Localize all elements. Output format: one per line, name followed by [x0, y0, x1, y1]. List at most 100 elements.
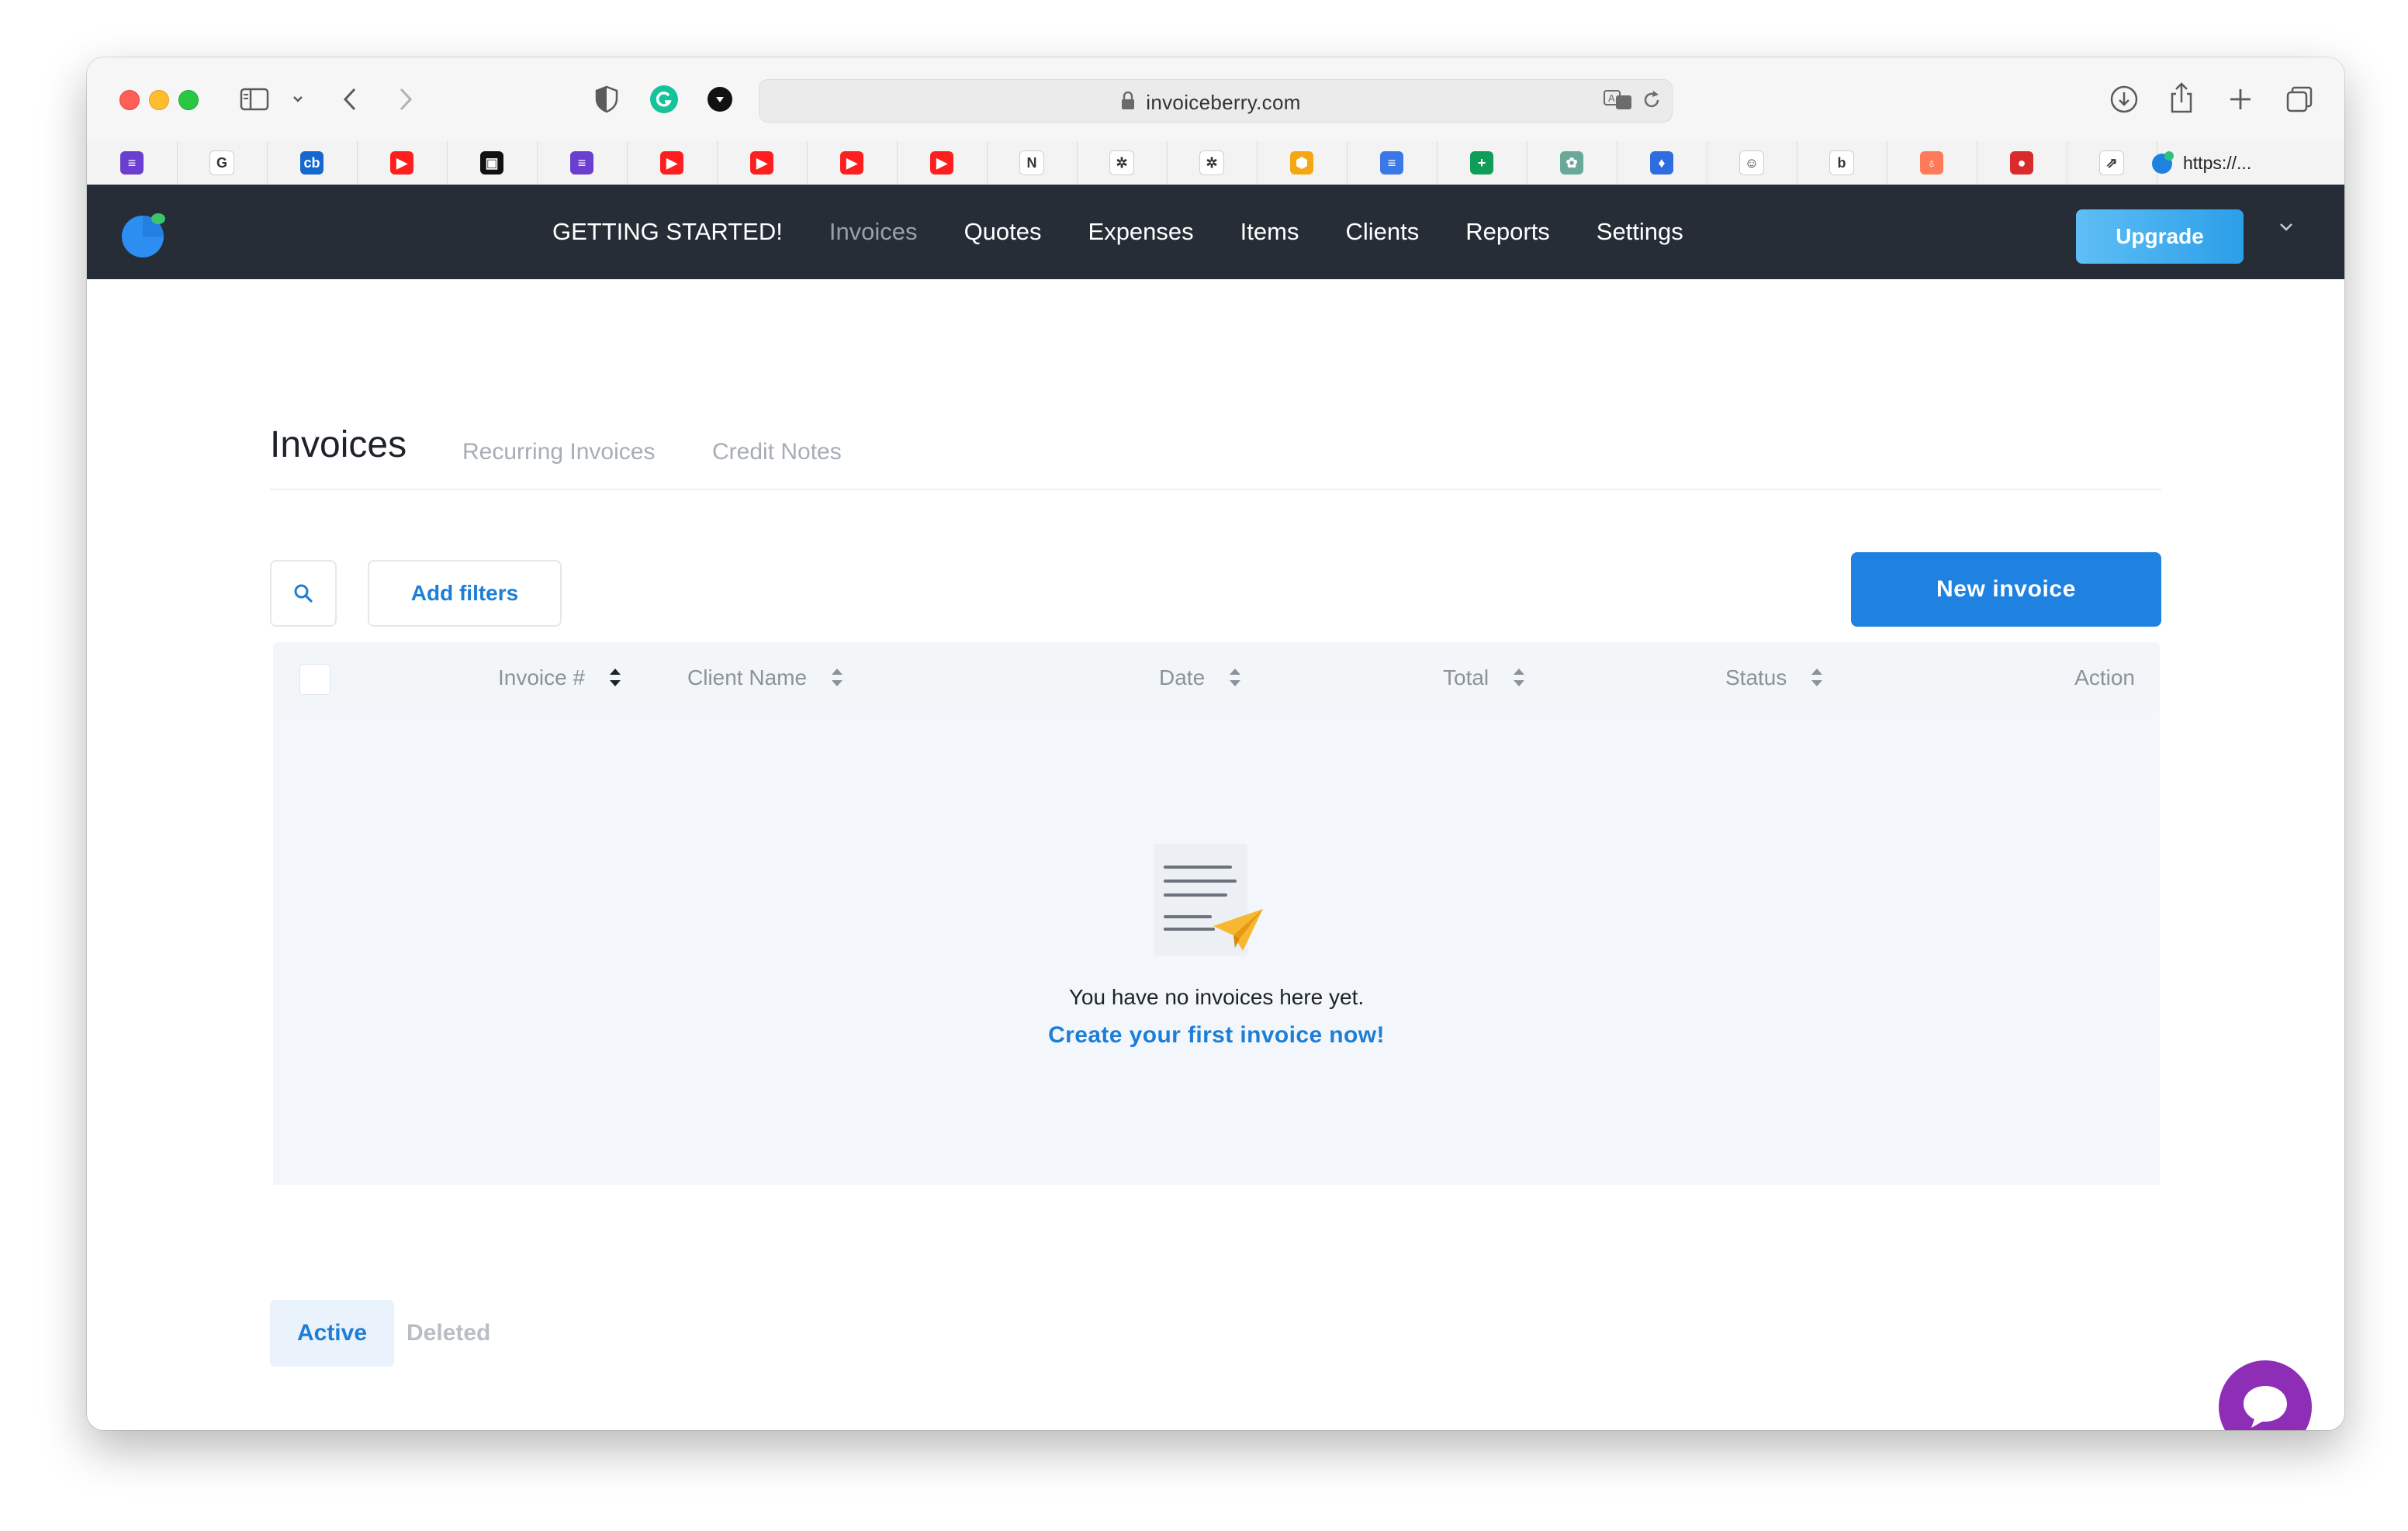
- bookmark-item[interactable]: ♁: [1887, 141, 1977, 185]
- shield-icon: ♦: [1650, 151, 1673, 175]
- bookmark-item[interactable]: ⬢: [1257, 141, 1348, 185]
- bookmark-item[interactable]: ●: [1977, 141, 2067, 185]
- bookmark-item[interactable]: G: [177, 141, 268, 185]
- add-filters-button[interactable]: Add filters: [368, 560, 562, 627]
- reload-icon[interactable]: [1641, 89, 1664, 112]
- nav-item-invoices[interactable]: Invoices: [829, 218, 918, 246]
- tableau-icon: ✲: [1109, 150, 1134, 175]
- translate-icon[interactable]: A: [1604, 89, 1635, 112]
- column-client-name[interactable]: Client Name: [687, 665, 843, 690]
- invoiceberry-logo-icon[interactable]: [119, 209, 169, 259]
- filter-active-tab[interactable]: Active: [270, 1300, 394, 1367]
- bookmark-item[interactable]: ≡: [87, 141, 178, 185]
- bookmark-item[interactable]: ✿: [1527, 141, 1617, 185]
- share-icon[interactable]: [2166, 81, 2197, 115]
- new-invoice-button[interactable]: New invoice: [1851, 552, 2161, 627]
- bookmark-item[interactable]: N: [987, 141, 1078, 185]
- close-window-button[interactable]: [119, 90, 140, 110]
- page-title: Invoices: [270, 424, 407, 465]
- column-client-name-label: Client Name: [687, 665, 808, 689]
- sheets-icon: +: [1470, 151, 1493, 175]
- tab-overview-icon[interactable]: [2284, 84, 2315, 115]
- invoice-table-header: Invoice # Client Name Date Total Status …: [273, 642, 2160, 715]
- nav-item-quotes[interactable]: Quotes: [964, 218, 1042, 246]
- bookmark-item[interactable]: +: [1437, 141, 1527, 185]
- extension-icon[interactable]: [706, 85, 734, 113]
- bookmark-item[interactable]: ▶: [357, 141, 448, 185]
- sort-icon[interactable]: [1514, 666, 1525, 689]
- docs-icon: ≡: [1380, 151, 1403, 175]
- bookmark-item[interactable]: ⇗: [2067, 141, 2157, 185]
- create-first-invoice-link[interactable]: Create your first invoice now!: [273, 1022, 2160, 1049]
- tableau-icon: ✲: [1199, 150, 1224, 175]
- create-first-invoice-label[interactable]: Create your first invoice now!: [1048, 1022, 1385, 1048]
- column-date-label: Date: [1159, 665, 1206, 689]
- minimize-window-button[interactable]: [149, 90, 169, 110]
- download-icon[interactable]: [2109, 84, 2140, 115]
- jira-icon: ⇗: [2099, 150, 2124, 175]
- bookmark-item[interactable]: cb: [267, 141, 358, 185]
- app-navbar: GETTING STARTED! Invoices Quotes Expenses It…: [87, 185, 2344, 279]
- new-tab-plus-icon[interactable]: [2225, 84, 2256, 115]
- bookmark-item[interactable]: ▶: [807, 141, 898, 185]
- hubspot-icon: ♁: [1920, 151, 1943, 175]
- bookmark-item[interactable]: ▶: [627, 141, 718, 185]
- column-status[interactable]: Status: [1725, 665, 1823, 690]
- bookmark-item[interactable]: b: [1797, 141, 1887, 185]
- sort-icon[interactable]: [1230, 666, 1241, 689]
- bookmark-item[interactable]: ▶: [717, 141, 808, 185]
- bookmark-item[interactable]: ♦: [1617, 141, 1707, 185]
- bookmark-item[interactable]: ▶: [897, 141, 988, 185]
- bookmark-item[interactable]: ☺: [1707, 141, 1797, 185]
- bookmark-item[interactable]: ✲: [1077, 141, 1168, 185]
- address-bar[interactable]: invoiceberry.com A: [759, 79, 1673, 123]
- column-date[interactable]: Date: [1159, 665, 1241, 690]
- tab-credit-notes[interactable]: Credit Notes: [712, 439, 842, 465]
- chevron-down-icon[interactable]: [290, 90, 306, 109]
- bookmark-item[interactable]: ≡: [537, 141, 628, 185]
- tab-recurring-invoices[interactable]: Recurring Invoices: [462, 439, 655, 465]
- bookmarks-bar: ⇗ ● ♁ b ☺ ♦ ✿ + ≡ ⬢ ✲ ✲ N ▶ ▶ ▶ ▶ ≡ ▣ ▶ cb G ≡ https://...: [87, 141, 2344, 185]
- chat-widget-button[interactable]: [2219, 1360, 2312, 1430]
- forward-arrow-icon[interactable]: [391, 85, 419, 113]
- hexagon-icon: ⬢: [1290, 151, 1313, 175]
- privacy-shield-icon[interactable]: [593, 84, 621, 115]
- nav-item-getting-started[interactable]: GETTING STARTED!: [552, 218, 783, 246]
- nav-item-reports[interactable]: Reports: [1465, 218, 1550, 246]
- grammarly-icon[interactable]: [649, 84, 680, 115]
- youtube-icon: ▶: [840, 151, 863, 175]
- column-total-label: Total: [1443, 665, 1489, 689]
- google-icon: G: [209, 150, 234, 175]
- bookmark-last-label: https://...: [2183, 152, 2252, 173]
- list-icon: ≡: [570, 151, 593, 175]
- column-invoice-number-label: Invoice #: [498, 665, 586, 689]
- nav-item-clients[interactable]: Clients: [1345, 218, 1419, 246]
- search-button[interactable]: [270, 560, 337, 627]
- bookmark-item[interactable]: ✲: [1167, 141, 1258, 185]
- bookmark-item[interactable]: ≡: [1347, 141, 1438, 185]
- column-status-label: Status: [1725, 665, 1787, 689]
- upgrade-button[interactable]: Upgrade: [2076, 209, 2244, 264]
- tab-divider: [270, 489, 2161, 490]
- browser-window: invoiceberry.com A ⇗ ● ♁ b ☺ ♦ ✿ + ≡ ⬢ ✲ ✲ N ▶ ▶ ▶ ▶ ≡ ▣ ▶ c…: [87, 57, 2344, 1430]
- zoom-window-button[interactable]: [178, 90, 199, 110]
- select-all-checkbox[interactable]: [299, 664, 330, 695]
- nav-item-expenses[interactable]: Expenses: [1088, 218, 1194, 246]
- filter-deleted-tab[interactable]: Deleted: [407, 1320, 490, 1346]
- account-dropdown-chevron-icon[interactable]: [2278, 222, 2301, 240]
- sort-icon[interactable]: [610, 666, 621, 689]
- bookmark-last[interactable]: https://...: [2150, 141, 2251, 185]
- video-icon: ▣: [480, 151, 503, 175]
- nav-item-items[interactable]: Items: [1240, 218, 1299, 246]
- column-total[interactable]: Total: [1443, 665, 1525, 690]
- sort-icon[interactable]: [1811, 666, 1823, 689]
- empty-state-message: You have no invoices here yet.: [1068, 985, 1365, 1009]
- document-paper-plane-icon: [1154, 844, 1263, 956]
- sidebar-toggle-icon[interactable]: [239, 85, 270, 113]
- svg-text:A: A: [1608, 92, 1615, 104]
- bookmark-item[interactable]: ▣: [447, 141, 538, 185]
- back-arrow-icon[interactable]: [337, 85, 365, 113]
- column-invoice-number[interactable]: Invoice #: [498, 665, 621, 690]
- sort-icon[interactable]: [832, 666, 843, 689]
- nav-item-settings[interactable]: Settings: [1597, 218, 1683, 246]
